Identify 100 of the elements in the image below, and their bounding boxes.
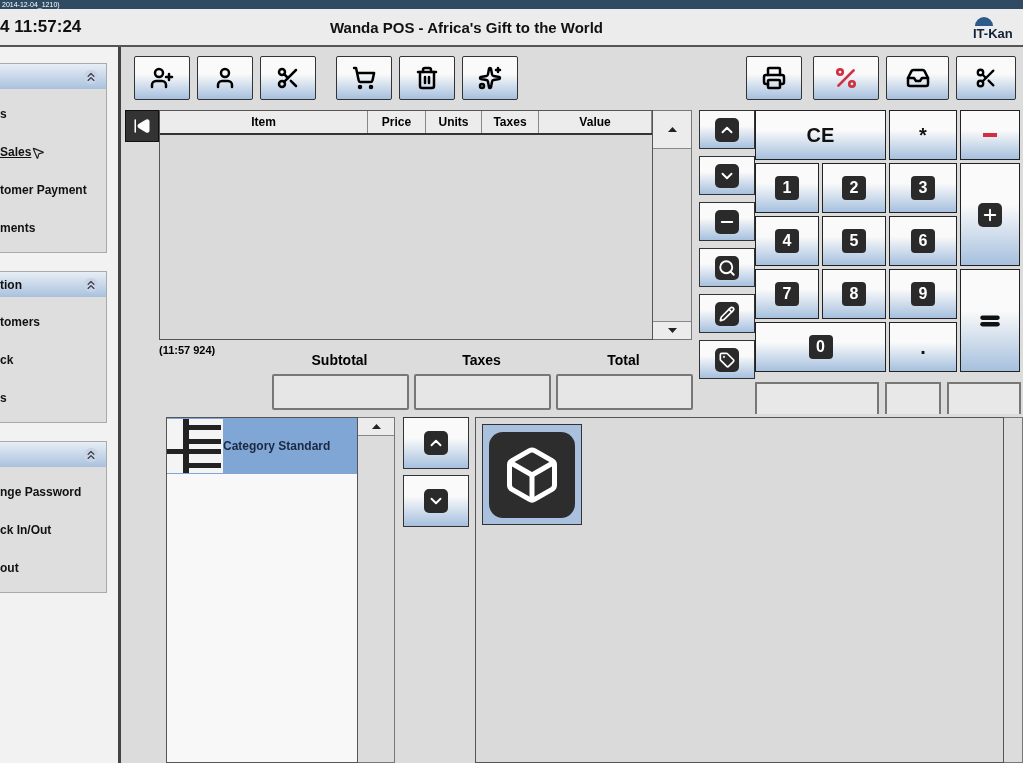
digit-label: 5 [842,229,866,253]
delete-button[interactable] [399,56,455,100]
chevron-up-icon [424,431,448,455]
sidebar-item[interactable]: out [0,559,106,578]
printer-icon [762,66,786,90]
sidebar-item[interactable]: Sales [0,143,106,162]
printer-button[interactable] [886,56,949,100]
collapse-icon [84,69,98,84]
digit-label: 3 [911,176,935,200]
tray-icon [905,66,930,90]
sidebar-item[interactable]: nge Password [0,483,106,502]
scissors-icon [276,66,300,90]
input-field[interactable] [947,382,1021,414]
move-down-button[interactable] [699,156,755,195]
up-triangle-icon [371,424,381,429]
remove-line-button[interactable] [699,202,755,241]
keypad-key[interactable]: . [889,322,957,372]
collapse-sidebar-button[interactable] [125,110,159,142]
collapse-icon [84,277,98,292]
column-header[interactable]: Item [160,111,368,133]
chevron-down-icon [715,163,739,188]
keypad-key[interactable] [960,110,1020,160]
customer-button[interactable] [197,56,253,100]
digit-label: 2 [842,176,866,200]
digit-label: 9 [911,282,935,306]
keypad-key[interactable]: 5 [822,216,886,266]
panel-header[interactable]: tion [0,272,106,297]
skip-back-icon [133,117,151,135]
trash-icon [415,66,439,90]
digit-label: 4 [775,229,799,253]
window-title: Wanda POS - Africa's Gift to the World [330,18,605,36]
keypad-key[interactable]: 7 [755,269,819,319]
input-field[interactable] [755,382,879,414]
input-field[interactable] [885,382,941,414]
plus-icon [978,202,1002,227]
sidebar-item[interactable]: s [0,389,106,408]
next-button[interactable] [403,475,469,527]
scrollbar[interactable] [1004,417,1023,763]
previous-button[interactable] [403,417,469,469]
column-header[interactable]: Units [426,111,482,133]
edit-button[interactable] [699,294,755,333]
logo-text: IT-Kan [973,25,1013,41]
keypad-key[interactable]: 9 [889,269,957,319]
tag-icon [715,347,739,372]
person-plus-icon [150,66,174,90]
search-button[interactable] [699,248,755,287]
scrollbar[interactable] [358,417,395,763]
scissors-icon [975,67,997,89]
minus-icon [715,209,739,234]
keypad-key[interactable]: * [889,110,957,160]
keypad-key[interactable]: CE [755,110,886,160]
pencil-icon [715,301,739,326]
scroll-down-button[interactable] [653,321,691,339]
total-label: Subtotal [310,351,369,368]
keypad-key[interactable]: 6 [889,216,957,266]
cursor-icon [31,145,46,160]
sidebar-item[interactable]: tomer Payment [0,181,106,200]
cart-button[interactable] [336,56,392,100]
cart-icon [352,66,376,90]
sparkle-button[interactable] [462,56,518,100]
move-up-button[interactable] [699,110,755,149]
sidebar-item[interactable]: tomers [0,313,106,332]
sidebar-item[interactable]: ck In/Out [0,521,106,540]
tool-button[interactable] [956,56,1016,100]
collapse-icon [84,447,98,462]
sidebar-item[interactable]: ments [0,219,106,238]
keypad-key[interactable]: 4 [755,216,819,266]
chevron-up-icon [715,117,739,142]
scissors-button[interactable] [260,56,316,100]
digit-label: 6 [911,229,935,253]
clock: 4 11:57:24 [0,17,83,37]
product-button[interactable] [482,424,582,525]
digit-label: 1 [775,176,799,200]
scroll-up-button[interactable] [358,418,394,436]
tag-button[interactable] [699,340,755,379]
panel-title: tion [0,277,22,292]
keypad-key[interactable]: 0 [755,322,886,372]
discount-button[interactable] [813,56,879,100]
total-label: Total [606,351,641,368]
sidebar-item[interactable]: ck [0,351,106,370]
sidebar-item[interactable]: s [0,105,106,124]
category-item[interactable]: Category Standard [167,418,357,474]
column-header[interactable]: Value [539,111,653,133]
search-icon [715,255,739,280]
keypad-key[interactable] [960,163,1020,266]
column-header[interactable]: Taxes [482,111,539,133]
print-options-button[interactable] [746,56,802,100]
column-header[interactable]: Price [368,111,426,133]
keypad-key[interactable] [960,269,1020,372]
total-label: Taxes [461,351,502,368]
minus-icon [983,133,997,137]
keypad-key[interactable]: 2 [822,163,886,213]
add-customer-button[interactable] [134,56,190,100]
up-triangle-icon [667,127,677,132]
keypad-key[interactable]: 1 [755,163,819,213]
down-triangle-icon [667,328,677,333]
keypad-key[interactable]: 8 [822,269,886,319]
keypad-key[interactable]: 3 [889,163,957,213]
scrollbar[interactable] [653,110,692,340]
digit-label: 0 [808,335,833,359]
